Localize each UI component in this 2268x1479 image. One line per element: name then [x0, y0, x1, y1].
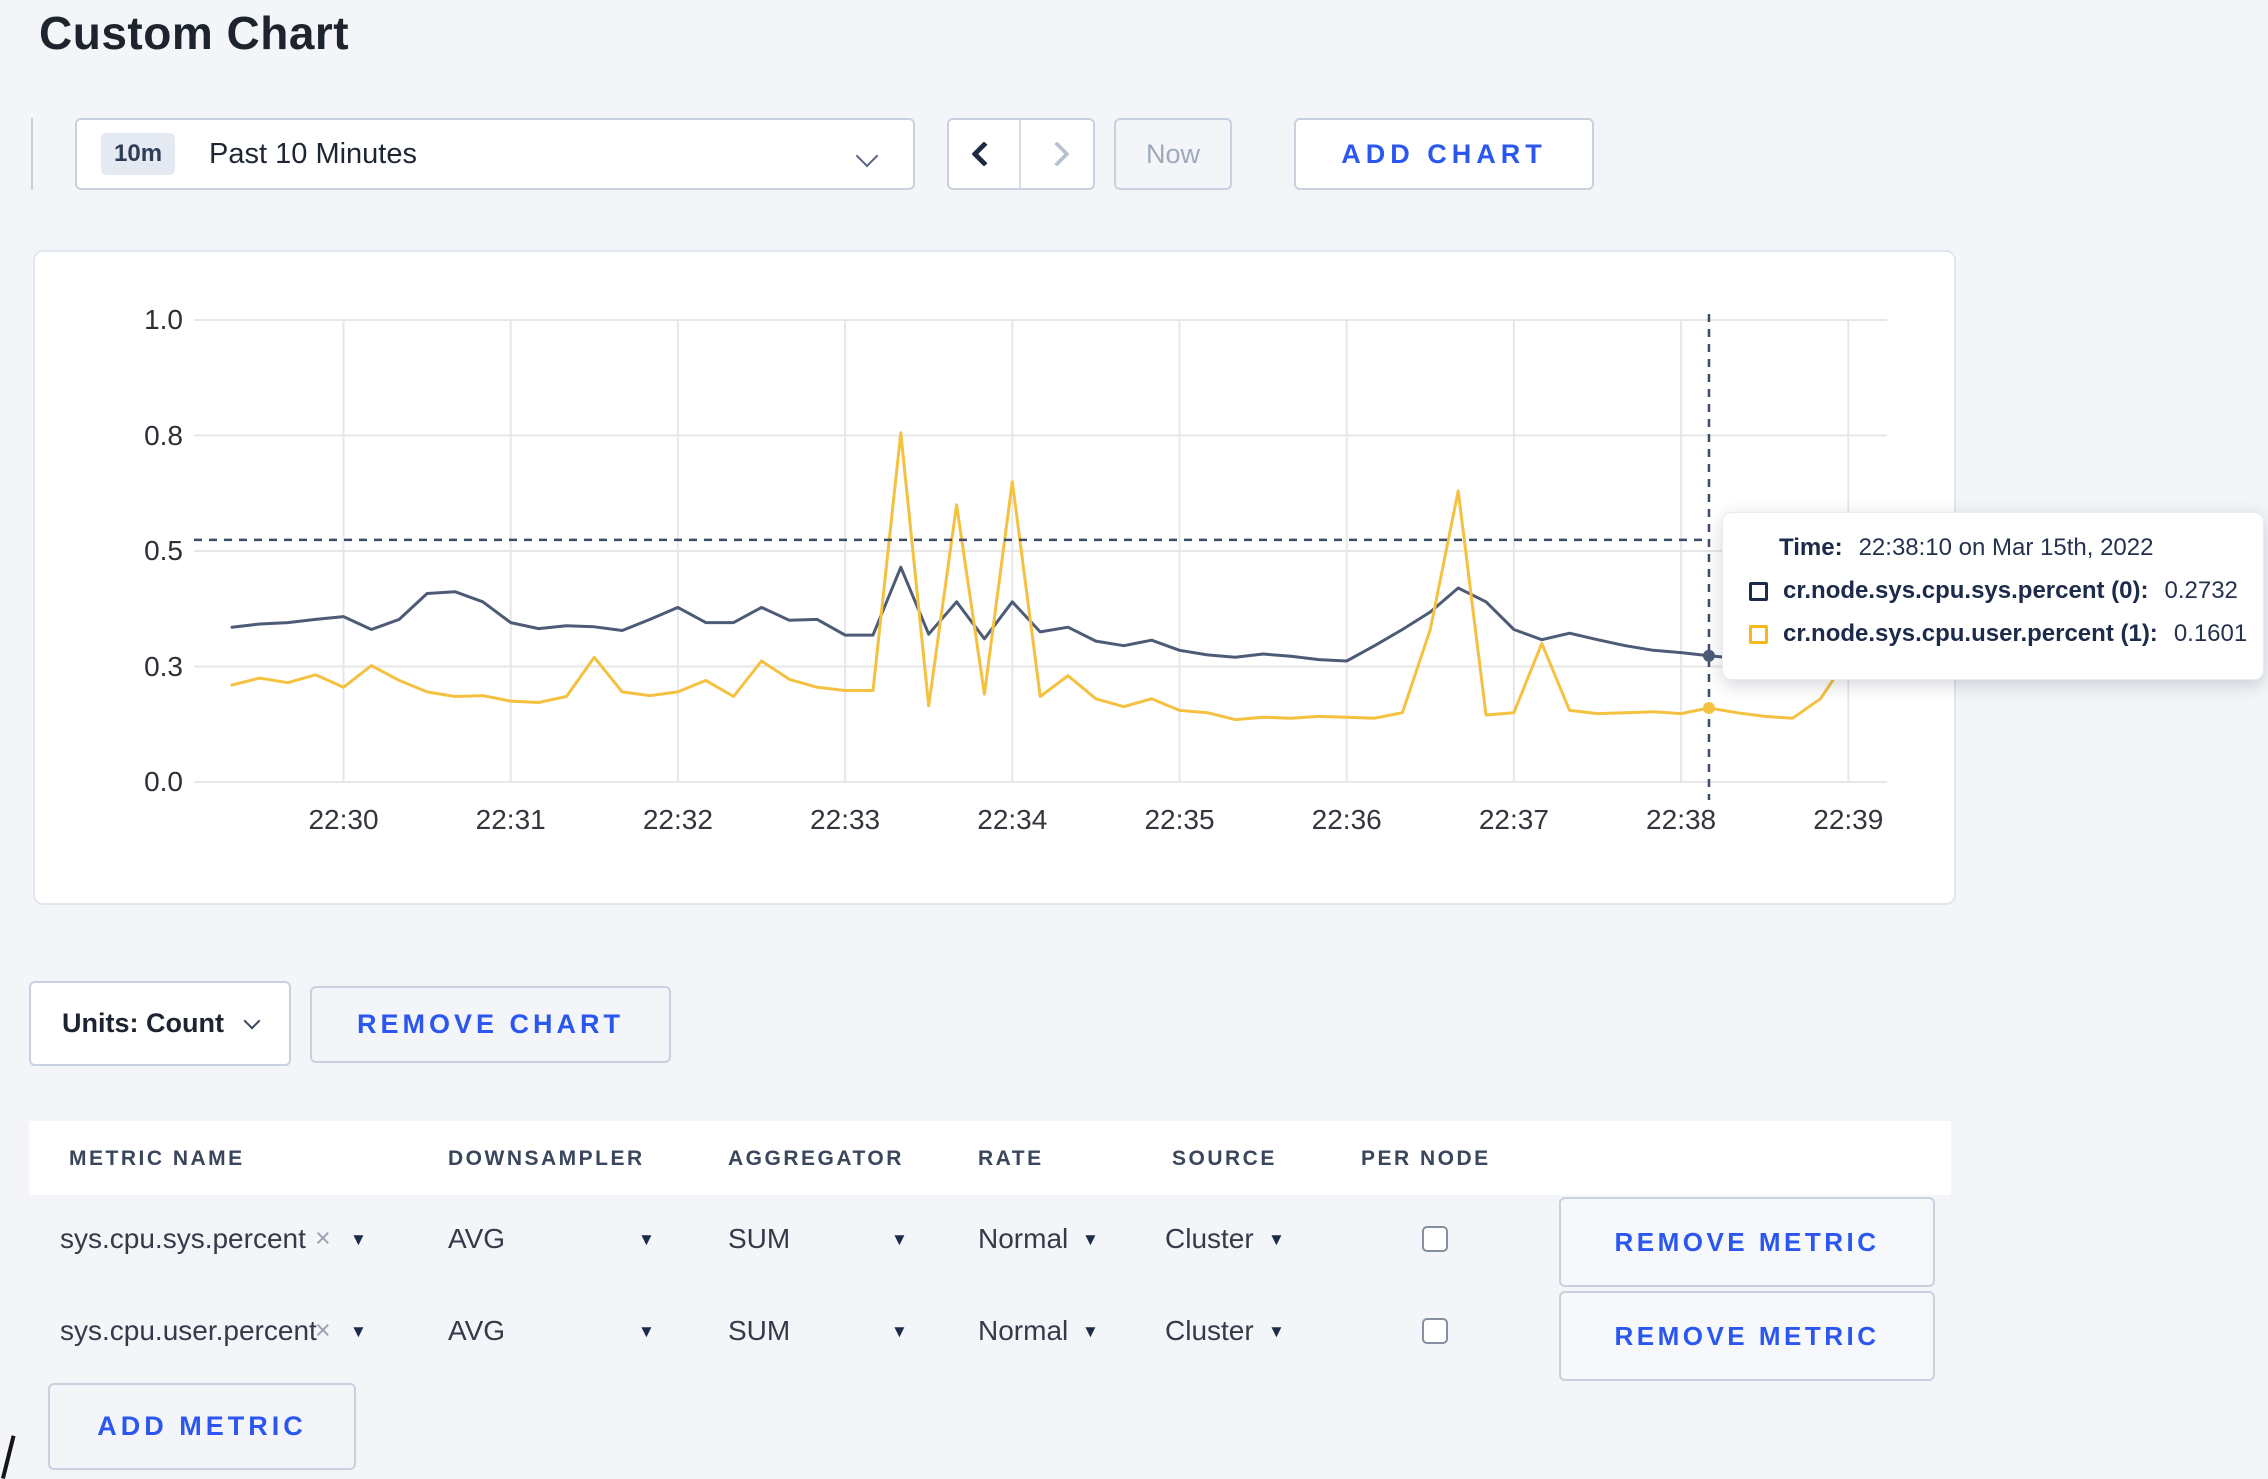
- page-title: Custom Chart: [39, 7, 350, 59]
- x-axis-tick-label: 22:31: [475, 804, 546, 835]
- x-axis-tick-label: 22:34: [977, 804, 1048, 835]
- col-header-per-node: PER NODE: [1361, 1147, 1491, 1170]
- y-axis-tick-label: 0.3: [144, 650, 183, 682]
- x-axis-tick-label: 22:35: [1144, 804, 1215, 835]
- rate-caret-icon[interactable]: ▼: [1082, 1322, 1099, 1342]
- x-axis-tick-label: 22:39: [1813, 804, 1884, 835]
- downsampler-select[interactable]: AVG: [448, 1223, 505, 1255]
- y-axis-tick-label: 0.0: [144, 766, 183, 797]
- tooltip-series-user-label: cr.node.sys.cpu.user.percent (1):: [1783, 620, 2158, 647]
- series-line: [230, 565, 1878, 663]
- x-axis-tick-label: 22:36: [1311, 804, 1382, 835]
- source-caret-icon[interactable]: ▼: [1268, 1230, 1285, 1250]
- remove-chart-button[interactable]: REMOVE CHART: [310, 986, 671, 1063]
- col-header-rate: RATE: [978, 1147, 1044, 1170]
- aggregator-select[interactable]: SUM: [728, 1223, 790, 1255]
- tooltip-time-value: 22:38:10 on Mar 15th, 2022: [1858, 534, 2154, 561]
- screenshot-corner-artifact: [1, 1435, 16, 1479]
- metric-name-value[interactable]: sys.cpu.user.percent: [60, 1315, 317, 1347]
- series-user-swatch-icon: [1749, 624, 1768, 644]
- chevron-down-icon: [855, 144, 879, 168]
- remove-metric-button[interactable]: REMOVE METRIC: [1559, 1197, 1935, 1287]
- x-axis-tick-label: 22:32: [642, 804, 713, 835]
- time-range-dropdown[interactable]: 10m Past 10 Minutes: [75, 118, 915, 190]
- downsampler-caret-icon[interactable]: ▼: [638, 1230, 655, 1250]
- downsampler-select[interactable]: AVG: [448, 1315, 505, 1347]
- tooltip-series-sys-value: 0.2732: [2164, 577, 2238, 604]
- col-header-downsampler: DOWNSAMPLER: [448, 1147, 645, 1170]
- tooltip-series-sys-label: cr.node.sys.cpu.sys.percent (0):: [1783, 577, 2149, 604]
- col-header-source: SOURCE: [1172, 1147, 1277, 1170]
- clear-metric-icon[interactable]: ×: [315, 1315, 331, 1346]
- x-axis-tick-label: 22:33: [810, 804, 881, 835]
- x-axis-tick-label: 22:37: [1478, 804, 1549, 835]
- chart-card: 1.0 0.8 0.5 0.3 0.0 22:30 22:31 22:32 22:33 22:34…: [33, 250, 1956, 905]
- hover-point-dot: [1702, 649, 1715, 662]
- per-node-checkbox[interactable]: [1422, 1318, 1448, 1344]
- aggregator-caret-icon[interactable]: ▼: [891, 1230, 908, 1250]
- source-select[interactable]: Cluster: [1165, 1223, 1254, 1255]
- chevron-down-icon: [243, 1012, 261, 1029]
- hover-point-dot: [1702, 702, 1715, 715]
- aggregator-caret-icon[interactable]: ▼: [891, 1322, 908, 1342]
- metric-dropdown-caret-icon[interactable]: ▼: [350, 1230, 367, 1250]
- next-time-button[interactable]: [1021, 120, 1093, 188]
- add-chart-button[interactable]: ADD CHART: [1294, 118, 1594, 190]
- remove-metric-button[interactable]: REMOVE METRIC: [1559, 1291, 1935, 1381]
- series-line: [230, 431, 1878, 722]
- metric-dropdown-caret-icon[interactable]: ▼: [350, 1322, 367, 1342]
- y-axis-tick-label: 1.0: [144, 304, 183, 335]
- source-select[interactable]: Cluster: [1165, 1315, 1254, 1347]
- x-axis-tick-label: 22:38: [1646, 804, 1717, 835]
- tooltip-series-user-value: 0.1601: [2173, 620, 2248, 647]
- prev-time-button[interactable]: [949, 120, 1021, 188]
- source-caret-icon[interactable]: ▼: [1268, 1322, 1285, 1342]
- col-header-metric-name: METRIC NAME: [69, 1147, 245, 1170]
- chart-tooltip: Time: 22:38:10 on Mar 15th, 2022 cr.node…: [1722, 512, 2264, 680]
- y-axis-tick-label: 0.5: [144, 535, 183, 566]
- metric-name-value[interactable]: sys.cpu.sys.percent: [60, 1223, 306, 1255]
- aggregator-select[interactable]: SUM: [728, 1315, 790, 1347]
- x-axis-tick-label: 22:30: [308, 804, 379, 835]
- chevron-left-icon: [971, 141, 997, 167]
- time-nav-group: [947, 118, 1095, 190]
- rate-select[interactable]: Normal: [978, 1315, 1068, 1347]
- controls-divider: [31, 118, 33, 190]
- units-dropdown[interactable]: Units: Count: [29, 981, 291, 1066]
- col-header-aggregator: AGGREGATOR: [728, 1147, 904, 1170]
- units-label: Units: Count: [62, 1008, 224, 1038]
- time-range-label: Past 10 Minutes: [209, 137, 417, 170]
- downsampler-caret-icon[interactable]: ▼: [638, 1322, 655, 1342]
- time-range-badge: 10m: [101, 133, 176, 175]
- now-button[interactable]: Now: [1114, 118, 1232, 190]
- rate-caret-icon[interactable]: ▼: [1082, 1230, 1099, 1250]
- series-sys-swatch-icon: [1749, 581, 1768, 601]
- add-metric-button[interactable]: ADD METRIC: [48, 1383, 356, 1470]
- rate-select[interactable]: Normal: [978, 1223, 1068, 1255]
- y-axis-tick-label: 0.8: [144, 419, 183, 451]
- tooltip-time-label: Time:: [1779, 534, 1843, 561]
- per-node-checkbox[interactable]: [1422, 1226, 1448, 1252]
- clear-metric-icon[interactable]: ×: [315, 1223, 331, 1254]
- chevron-right-icon: [1044, 141, 1070, 167]
